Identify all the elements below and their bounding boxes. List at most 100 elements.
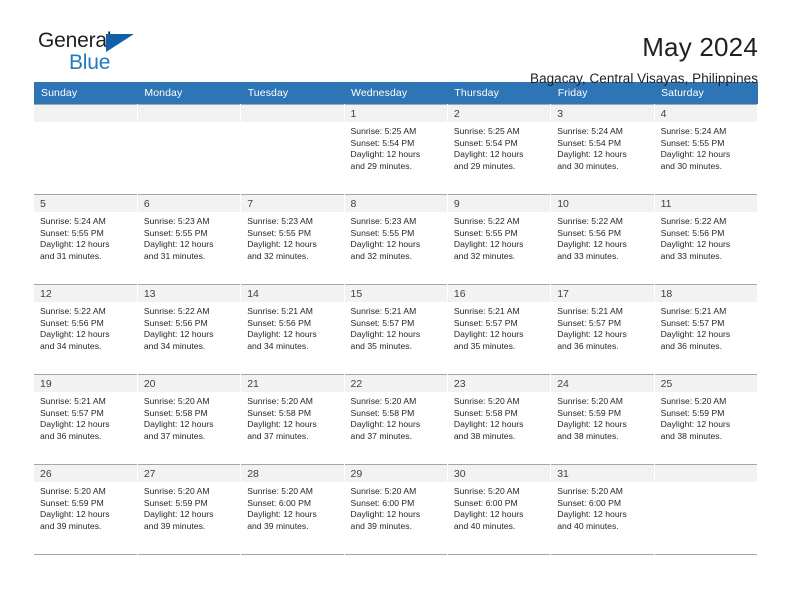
day-number: 8 (344, 195, 447, 212)
day-details: Sunrise: 5:20 AM Sunset: 5:59 PM Daylight:… (551, 392, 653, 442)
calendar-day-cell[interactable]: 22 Sunrise: 5:20 AM Sunset: 5:58 PM Dayligh… (344, 374, 448, 465)
calendar-body: 1 Sunrise: 5:25 AM Sunset: 5:54 PM Daylight… (34, 104, 759, 555)
calendar-day-cell[interactable]: 21 Sunrise: 5:20 AM Sunset: 5:58 PM Dayligh… (240, 374, 345, 465)
calendar-week-row: 1 Sunrise: 5:25 AM Sunset: 5:54 PM Daylight… (34, 104, 759, 195)
calendar-day-cell[interactable]: 29 Sunrise: 5:20 AM Sunset: 6:00 PM Dayligh… (344, 464, 448, 555)
day-details: Sunrise: 5:21 AM Sunset: 5:57 PM Daylight:… (551, 302, 653, 352)
calendar-day-cell[interactable]: 3 Sunrise: 5:24 AM Sunset: 5:54 PM Daylight… (550, 104, 655, 195)
sunset-time: Sunset: 5:55 PM (143, 227, 208, 238)
calendar-day-cell[interactable]: 30 Sunrise: 5:20 AM Sunset: 6:00 PM Dayligh… (447, 464, 552, 555)
calendar-day-cell[interactable]: 25 Sunrise: 5:20 AM Sunset: 5:59 PM Dayligh… (654, 374, 759, 465)
daylight-duration-line2: and 31 minutes. (143, 250, 206, 261)
daylight-duration-line1: Daylight: 12 hours (557, 149, 627, 160)
day-number: 7 (241, 195, 344, 212)
daylight-duration-line2: and 39 minutes. (247, 520, 309, 531)
daylight-duration-line2: and 37 minutes. (247, 430, 309, 441)
calendar-day-cell[interactable]: 17 Sunrise: 5:21 AM Sunset: 5:57 PM Dayligh… (550, 284, 655, 375)
calendar-day-cell[interactable]: 8 Sunrise: 5:23 AM Sunset: 5:55 PM Daylight… (344, 194, 448, 285)
calendar-day-cell[interactable]: 1 Sunrise: 5:25 AM Sunset: 5:54 PM Daylight… (344, 104, 448, 195)
day-number: 24 (551, 375, 654, 392)
daylight-duration-line1: Daylight: 12 hours (557, 509, 627, 520)
sunrise-time: Sunrise: 5:21 AM (453, 306, 520, 316)
daylight-duration-line2: and 29 minutes. (350, 160, 412, 171)
calendar-day-cell[interactable]: 12 Sunrise: 5:22 AM Sunset: 5:56 PM Dayligh… (34, 284, 138, 375)
calendar-day-cell[interactable]: 14 Sunrise: 5:21 AM Sunset: 5:56 PM Dayligh… (240, 284, 345, 375)
day-number: 28 (241, 465, 344, 482)
day-number: 19 (34, 375, 137, 392)
calendar-day-cell[interactable]: 5 Sunrise: 5:24 AM Sunset: 5:55 PM Daylight… (34, 194, 138, 285)
sunset-time: Sunset: 5:58 PM (453, 407, 518, 418)
day-details: Sunrise: 5:23 AM Sunset: 5:55 PM Daylight:… (345, 212, 447, 262)
sunset-time: Sunset: 5:57 PM (453, 317, 518, 328)
sunset-time: Sunset: 5:55 PM (247, 227, 312, 238)
calendar-table: Sunday Monday Tuesday Wednesday Thursday… (34, 82, 759, 555)
calendar-day-cell[interactable]: 10 Sunrise: 5:22 AM Sunset: 5:56 PM Dayligh… (550, 194, 655, 285)
calendar-day-cell[interactable]: 26 Sunrise: 5:20 AM Sunset: 5:59 PM Dayligh… (34, 464, 138, 555)
day-details: Sunrise: 5:21 AM Sunset: 5:57 PM Daylight:… (655, 302, 757, 352)
calendar-day-cell[interactable]: 9 Sunrise: 5:22 AM Sunset: 5:55 PM Daylight… (447, 194, 552, 285)
calendar-day-cell[interactable]: 6 Sunrise: 5:23 AM Sunset: 5:55 PM Daylight… (137, 194, 242, 285)
day-number: 16 (447, 285, 551, 302)
calendar-day-cell[interactable]: 11 Sunrise: 5:22 AM Sunset: 5:56 PM Dayligh… (654, 194, 759, 285)
day-number (34, 105, 137, 122)
day-number: 29 (344, 465, 447, 482)
sunset-time: Sunset: 5:55 PM (453, 227, 518, 238)
calendar-day-cell[interactable]: 4 Sunrise: 5:24 AM Sunset: 5:55 PM Daylight… (654, 104, 759, 195)
daylight-duration-line1: Daylight: 12 hours (660, 329, 731, 340)
day-number: 31 (551, 465, 654, 482)
day-details: Sunrise: 5:24 AM Sunset: 5:54 PM Daylight:… (551, 122, 653, 172)
day-number: 1 (344, 105, 447, 122)
daylight-duration-line2: and 38 minutes. (453, 430, 516, 441)
sunset-time: Sunset: 5:56 PM (247, 317, 312, 328)
calendar-day-cell[interactable]: 2 Sunrise: 5:25 AM Sunset: 5:54 PM Daylight… (447, 104, 552, 195)
calendar-day-cell[interactable]: 15 Sunrise: 5:21 AM Sunset: 5:57 PM Dayligh… (344, 284, 448, 375)
calendar-day-cell[interactable]: 27 Sunrise: 5:20 AM Sunset: 5:59 PM Dayligh… (137, 464, 242, 555)
weekday-header-monday: Monday (137, 82, 241, 105)
sunrise-time: Sunrise: 5:20 AM (247, 486, 313, 496)
sunset-time: Sunset: 6:00 PM (350, 497, 415, 508)
day-number (137, 105, 241, 122)
calendar-day-cell[interactable]: 19 Sunrise: 5:21 AM Sunset: 5:57 PM Dayligh… (34, 374, 138, 465)
day-details: Sunrise: 5:20 AM Sunset: 5:59 PM Daylight:… (138, 482, 240, 532)
calendar-day-cell[interactable]: 28 Sunrise: 5:20 AM Sunset: 6:00 PM Dayligh… (240, 464, 345, 555)
daylight-duration-line2: and 30 minutes. (660, 160, 723, 171)
daylight-duration-line1: Daylight: 12 hours (350, 239, 421, 250)
calendar-day-cell[interactable]: 16 Sunrise: 5:21 AM Sunset: 5:57 PM Dayligh… (447, 284, 552, 375)
title-block: May 2024 Bagacay, Central Visayas, Phili… (530, 30, 758, 90)
calendar-day-cell[interactable]: 18 Sunrise: 5:21 AM Sunset: 5:57 PM Dayligh… (654, 284, 759, 375)
sunset-time: Sunset: 5:58 PM (350, 407, 415, 418)
sunset-time: Sunset: 6:00 PM (247, 497, 312, 508)
daylight-duration-line1: Daylight: 12 hours (453, 239, 524, 250)
day-details: Sunrise: 5:23 AM Sunset: 5:55 PM Daylight:… (241, 212, 343, 262)
sunrise-time: Sunrise: 5:22 AM (143, 306, 210, 316)
day-details: Sunrise: 5:20 AM Sunset: 5:58 PM Daylight:… (138, 392, 240, 442)
daylight-duration-line1: Daylight: 12 hours (453, 509, 524, 520)
calendar-day-cell[interactable]: 23 Sunrise: 5:20 AM Sunset: 5:58 PM Dayligh… (447, 374, 552, 465)
calendar-page: General Blue May 2024 Bagacay, Central V… (0, 0, 792, 612)
day-details: Sunrise: 5:20 AM Sunset: 6:00 PM Daylight:… (241, 482, 343, 532)
sunset-time: Sunset: 5:58 PM (143, 407, 208, 418)
calendar-week-row: 26 Sunrise: 5:20 AM Sunset: 5:59 PM Dayligh… (34, 464, 759, 555)
sunset-time: Sunset: 5:57 PM (350, 317, 415, 328)
sunrise-time: Sunrise: 5:20 AM (143, 396, 210, 406)
calendar-day-cell[interactable]: 13 Sunrise: 5:22 AM Sunset: 5:56 PM Dayligh… (137, 284, 242, 375)
daylight-duration-line1: Daylight: 12 hours (453, 329, 524, 340)
weekday-header-tuesday: Tuesday (240, 82, 345, 105)
day-details: Sunrise: 5:22 AM Sunset: 5:56 PM Daylight:… (138, 302, 240, 352)
daylight-duration-line2: and 34 minutes. (143, 340, 206, 351)
day-details: Sunrise: 5:22 AM Sunset: 5:56 PM Daylight:… (34, 302, 137, 352)
calendar-day-cell[interactable]: 31 Sunrise: 5:20 AM Sunset: 6:00 PM Dayligh… (550, 464, 655, 555)
sunrise-time: Sunrise: 5:23 AM (143, 216, 210, 226)
daylight-duration-line2: and 30 minutes. (557, 160, 619, 171)
day-number: 22 (344, 375, 447, 392)
daylight-duration-line2: and 39 minutes. (40, 520, 102, 531)
day-details: Sunrise: 5:22 AM Sunset: 5:55 PM Daylight:… (448, 212, 550, 262)
calendar-week-row: 12 Sunrise: 5:22 AM Sunset: 5:56 PM Dayligh… (34, 284, 759, 375)
calendar-day-cell[interactable]: 7 Sunrise: 5:23 AM Sunset: 5:55 PM Daylight… (240, 194, 345, 285)
calendar-day-cell[interactable]: 24 Sunrise: 5:20 AM Sunset: 5:59 PM Dayligh… (550, 374, 655, 465)
calendar-day-cell[interactable]: 20 Sunrise: 5:20 AM Sunset: 5:58 PM Dayligh… (137, 374, 242, 465)
sunrise-time: Sunrise: 5:23 AM (247, 216, 313, 226)
sunrise-time: Sunrise: 5:25 AM (350, 126, 417, 136)
sunset-time: Sunset: 5:57 PM (557, 317, 622, 328)
daylight-duration-line1: Daylight: 12 hours (247, 419, 317, 430)
